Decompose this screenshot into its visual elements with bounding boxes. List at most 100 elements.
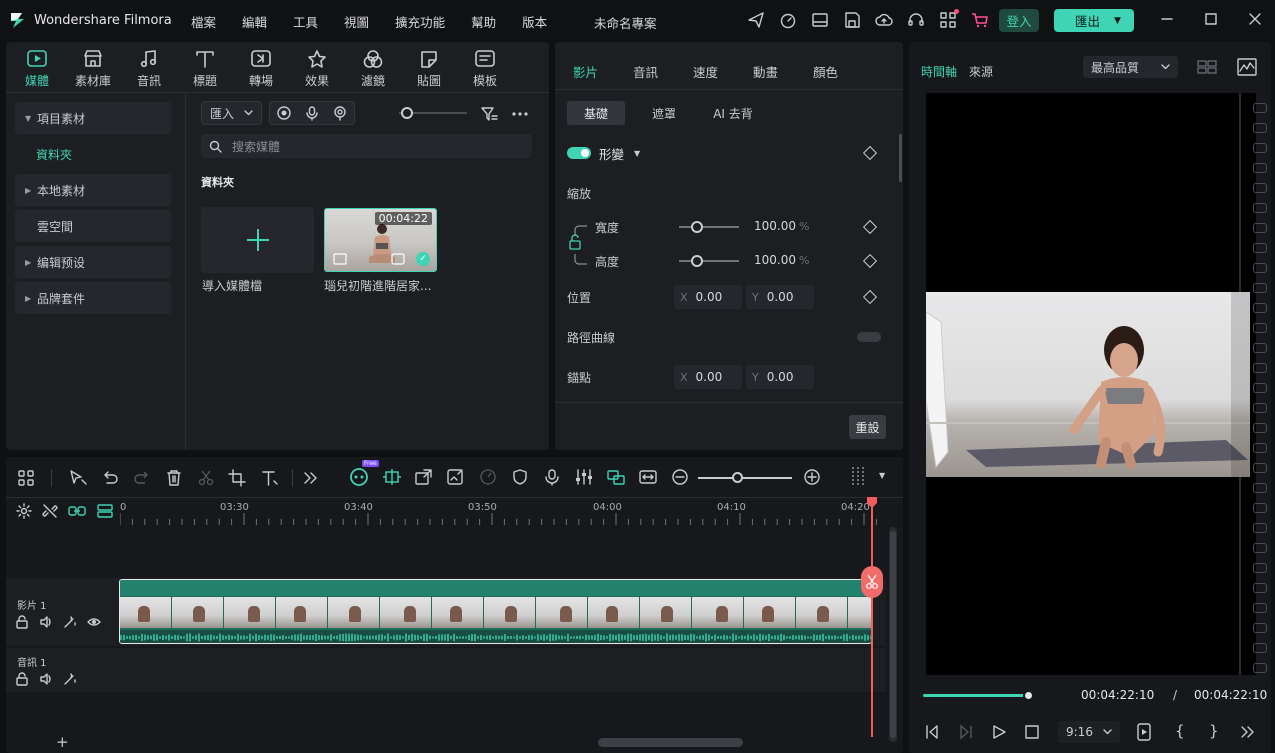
track-lock-icon[interactable] [15, 615, 29, 629]
anchor-y-field[interactable]: Y 0.00 [746, 365, 814, 389]
cart-icon[interactable] [971, 11, 989, 29]
keyframe-diamond-icon[interactable] [862, 219, 878, 235]
track-options-arrow-icon[interactable]: ▼ [879, 471, 885, 480]
auto-reframe-icon[interactable] [382, 468, 402, 486]
subtab-ai-cutout[interactable]: AI 去背 [703, 105, 763, 122]
close-icon[interactable] [1248, 12, 1262, 26]
save-icon[interactable] [843, 11, 861, 29]
export-button[interactable]: 匯出 ▼ [1054, 9, 1134, 32]
login-button[interactable]: 登入 [999, 9, 1039, 32]
tab-filters[interactable]: 濾鏡 [345, 49, 401, 89]
sidebar-item-brand-kit[interactable]: ▶ 品牌套件 [15, 282, 171, 314]
sidebar-item-edit-presets[interactable]: ▶ 编辑预设 [15, 246, 171, 278]
minimize-icon[interactable] [1160, 12, 1174, 26]
microphone-icon[interactable] [304, 105, 320, 121]
playhead-split-button[interactable] [861, 566, 883, 598]
mark-out-icon[interactable]: } [1209, 722, 1219, 740]
export-clip-icon[interactable] [414, 468, 434, 486]
timeline-settings-icon[interactable] [16, 503, 32, 519]
more-controls-icon[interactable] [1240, 724, 1256, 740]
height-slider[interactable] [679, 260, 739, 262]
anchor-x-field[interactable]: X 0.00 [674, 365, 742, 389]
delete-icon[interactable] [164, 469, 184, 487]
track-mute-icon[interactable] [39, 672, 53, 686]
zoom-in-icon[interactable] [802, 468, 822, 486]
tab-video[interactable]: 影片 [573, 62, 633, 81]
image-edit-icon[interactable] [446, 468, 466, 486]
playback-scrubber-handle[interactable] [1023, 690, 1034, 701]
redo-icon[interactable] [132, 469, 152, 487]
maximize-icon[interactable] [1204, 12, 1218, 26]
cloud-upload-icon[interactable] [875, 11, 893, 29]
zoom-out-icon[interactable] [670, 468, 690, 486]
import-dropdown[interactable]: 匯入 [201, 101, 262, 125]
position-y-field[interactable]: Y 0.00 [746, 285, 814, 309]
screen-record-icon[interactable] [276, 105, 292, 121]
link-clips-icon[interactable] [68, 503, 86, 519]
tab-speed[interactable]: 速度 [693, 62, 753, 81]
width-value[interactable]: 100.00 [754, 219, 796, 233]
menu-edit[interactable]: 編輯 [242, 12, 267, 31]
keyframe-diamond-icon[interactable] [862, 253, 878, 269]
fit-timeline-icon[interactable] [638, 468, 658, 486]
video-clip[interactable] [119, 579, 872, 644]
export-dropdown-icon[interactable]: ▼ [1114, 16, 1121, 26]
width-slider[interactable] [679, 226, 739, 228]
track-effects-icon[interactable] [63, 615, 77, 629]
feedback-icon[interactable] [747, 11, 765, 29]
tab-audio[interactable]: 音訊 [121, 49, 177, 89]
position-x-field[interactable]: X 0.00 [674, 285, 742, 309]
apps-grid-button[interactable] [939, 9, 959, 29]
search-field[interactable]: 搜索媒體 [201, 134, 532, 158]
next-frame-icon[interactable] [958, 724, 974, 740]
select-tool-icon[interactable] [68, 469, 88, 487]
track-effects-icon[interactable] [63, 672, 77, 686]
split-scissors-icon[interactable] [196, 469, 216, 487]
menu-help[interactable]: 幫助 [471, 12, 496, 31]
speed-ramp-icon[interactable] [478, 468, 498, 486]
quality-dropdown[interactable]: 最高品質 [1083, 56, 1178, 78]
vertical-scrollbar[interactable] [889, 527, 897, 742]
track-mute-icon[interactable] [39, 615, 53, 629]
menu-file[interactable]: 檔案 [191, 12, 216, 31]
tab-animation[interactable]: 動畫 [753, 62, 813, 81]
previous-frame-icon[interactable] [924, 724, 940, 740]
mask-shield-icon[interactable] [510, 468, 530, 486]
filter-icon[interactable] [480, 105, 498, 123]
media-clip-thumbnail[interactable]: 00:04:22 ✓ [324, 208, 437, 272]
tab-timeline-preview[interactable]: 時間軸 [921, 63, 957, 80]
add-track-button[interactable]: + [56, 733, 69, 751]
ai-copilot-button[interactable]: Free [348, 460, 379, 487]
width-slider-handle[interactable] [691, 221, 703, 233]
path-curve-toggle[interactable] [857, 332, 881, 342]
tab-templates[interactable]: 模板 [457, 49, 513, 89]
ai-voice-icon[interactable] [332, 105, 348, 121]
import-media-tile[interactable] [201, 207, 314, 273]
expand-tools-icon[interactable] [303, 469, 319, 487]
tab-audio-props[interactable]: 音訊 [633, 62, 693, 81]
speed-icon[interactable] [779, 11, 797, 29]
play-icon[interactable] [991, 724, 1007, 740]
current-time[interactable]: 00:04:22:10 [1081, 688, 1154, 702]
playhead-head-icon[interactable] [866, 497, 878, 509]
subtab-basic[interactable]: 基礎 [567, 101, 625, 125]
height-slider-handle[interactable] [691, 255, 703, 267]
timeline-zoom-slider[interactable] [698, 477, 792, 479]
menu-view[interactable]: 視圖 [344, 12, 369, 31]
horizontal-scroll-thumb[interactable] [598, 738, 743, 747]
tab-effects[interactable]: 效果 [289, 49, 345, 89]
sidebar-item-project-media[interactable]: ▼ 項目素材 [15, 102, 171, 134]
track-height-icon[interactable] [850, 465, 866, 489]
tab-transitions[interactable]: 轉場 [233, 49, 289, 89]
tab-color[interactable]: 顏色 [813, 62, 873, 81]
keyframe-diamond-icon[interactable] [862, 145, 878, 161]
sidebar-item-cloud[interactable]: 雲空間 [15, 210, 171, 242]
menu-version[interactable]: 版本 [522, 12, 547, 31]
sidebar-item-folder[interactable]: 資料夾 [15, 138, 171, 170]
tab-titles[interactable]: 標題 [177, 49, 233, 89]
height-value[interactable]: 100.00 [754, 253, 796, 267]
tab-store[interactable]: 素材庫 [65, 49, 121, 89]
tab-stickers[interactable]: 貼圖 [401, 49, 457, 89]
layout-icon[interactable] [811, 11, 829, 29]
track-lock-icon[interactable] [15, 672, 29, 686]
